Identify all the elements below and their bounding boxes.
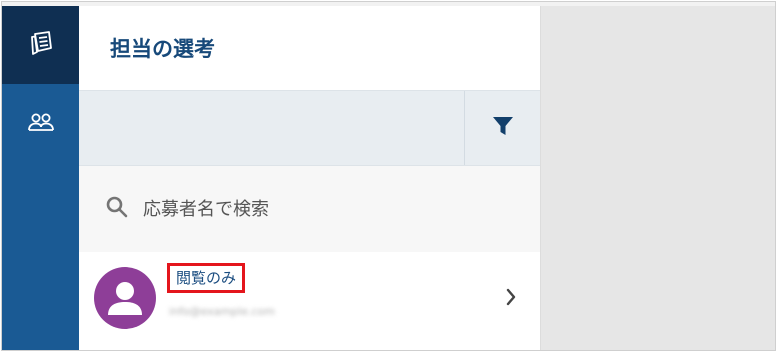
person-icon [94, 282, 156, 329]
search-input[interactable] [141, 197, 465, 221]
panel-header: 担当の選考 [79, 6, 540, 90]
search-bar [79, 166, 540, 252]
sidebar [2, 6, 79, 350]
avatar [94, 267, 156, 329]
filter-bar [79, 90, 540, 166]
sidebar-item-users[interactable] [2, 84, 79, 164]
applicant-email: info@example.com [169, 305, 275, 318]
chevron-right-icon[interactable] [504, 287, 518, 311]
sidebar-item-selections[interactable] [2, 6, 79, 84]
filter-button[interactable] [464, 91, 540, 165]
list-item[interactable]: 閲覧のみ info@example.com [79, 252, 540, 350]
app-window: 担当の選考 応募者名で検索 閲覧のみ info@example.com [1, 1, 776, 351]
users-icon [26, 110, 56, 138]
search-icon [105, 195, 129, 223]
page-title: 担当の選考 [110, 37, 215, 61]
document-stack-icon [27, 29, 55, 61]
selection-panel: 担当の選考 応募者名で検索 閲覧のみ info@example.com [79, 6, 541, 350]
filter-icon [492, 115, 514, 141]
applicant-name[interactable]: 閲覧のみ [167, 263, 246, 293]
